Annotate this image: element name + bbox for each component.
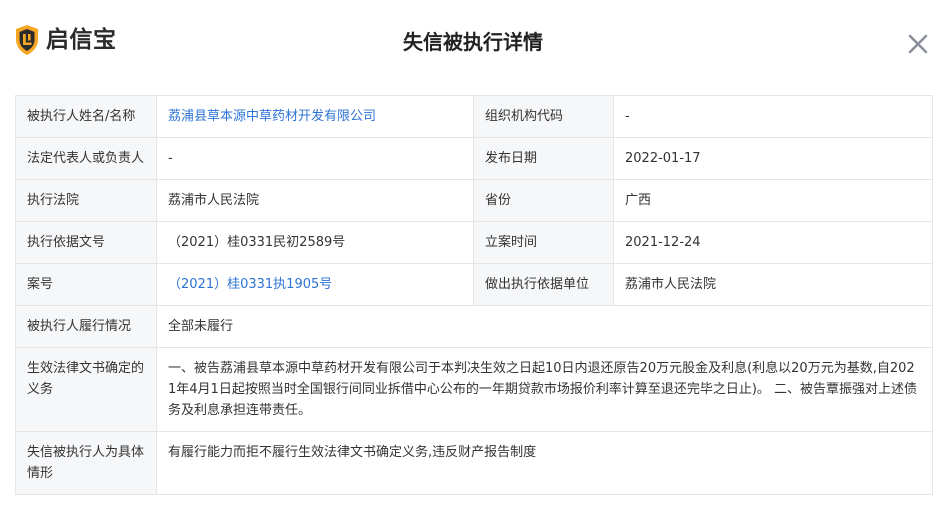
situation-value: 有履行能力而拒不履行生效法律文书确定义务,违反财产报告制度 xyxy=(156,431,933,495)
court-label: 执行法院 xyxy=(15,179,157,222)
table-row: 被执行人姓名/名称 荔浦县草本源中草药材开发有限公司 组织机构代码 - xyxy=(15,95,933,138)
case-no-value-cell: （2021）桂0331执1905号 xyxy=(156,263,474,306)
header: 启信宝 失信被执行详情 xyxy=(0,0,946,84)
name-value-cell: 荔浦县草本源中草药材开发有限公司 xyxy=(156,95,474,138)
table-row: 被执行人履行情况 全部未履行 xyxy=(15,305,933,348)
legal-rep-value: - xyxy=(156,137,474,180)
case-no-label: 案号 xyxy=(15,263,157,306)
basis-unit-label: 做出执行依据单位 xyxy=(473,263,614,306)
table-row: 失信被执行人为具体情形 有履行能力而拒不履行生效法律文书确定义务,违反财产报告制… xyxy=(15,431,933,495)
org-code-label: 组织机构代码 xyxy=(473,95,614,138)
page-title: 失信被执行详情 xyxy=(403,30,543,54)
obligation-label: 生效法律文书确定的义务 xyxy=(15,347,157,432)
table-row: 生效法律文书确定的义务 一、被告荔浦县草本源中草药材开发有限公司于本判决生效之日… xyxy=(15,347,933,432)
basis-doc-label: 执行依据文号 xyxy=(15,221,157,264)
situation-label: 失信被执行人为具体情形 xyxy=(15,431,157,495)
basis-unit-value: 荔浦市人民法院 xyxy=(613,263,933,306)
filing-date-value: 2021-12-24 xyxy=(613,221,933,264)
close-icon xyxy=(908,34,928,54)
detail-table: 被执行人姓名/名称 荔浦县草本源中草药材开发有限公司 组织机构代码 - 法定代表… xyxy=(15,95,933,495)
province-value: 广西 xyxy=(613,179,933,222)
case-number-link[interactable]: （2021）桂0331执1905号 xyxy=(168,277,332,292)
publish-date-value: 2022-01-17 xyxy=(613,137,933,180)
table-row: 案号 （2021）桂0331执1905号 做出执行依据单位 荔浦市人民法院 xyxy=(15,263,933,306)
table-row: 执行法院 荔浦市人民法院 省份 广西 xyxy=(15,179,933,222)
org-code-value: - xyxy=(613,95,933,138)
table-row: 执行依据文号 （2021）桂0331民初2589号 立案时间 2021-12-2… xyxy=(15,221,933,264)
legal-rep-label: 法定代表人或负责人 xyxy=(15,137,157,180)
province-label: 省份 xyxy=(473,179,614,222)
filing-date-label: 立案时间 xyxy=(473,221,614,264)
obligation-value: 一、被告荔浦县草本源中草药材开发有限公司于本判决生效之日起10日内退还原告20万… xyxy=(156,347,933,432)
performance-value: 全部未履行 xyxy=(156,305,933,348)
basis-doc-value: （2021）桂0331民初2589号 xyxy=(156,221,474,264)
table-row: 法定代表人或负责人 - 发布日期 2022-01-17 xyxy=(15,137,933,180)
close-button[interactable] xyxy=(905,31,931,57)
company-name-link[interactable]: 荔浦县草本源中草药材开发有限公司 xyxy=(168,109,376,124)
court-value: 荔浦市人民法院 xyxy=(156,179,474,222)
publish-date-label: 发布日期 xyxy=(473,137,614,180)
name-label: 被执行人姓名/名称 xyxy=(15,95,157,138)
performance-label: 被执行人履行情况 xyxy=(15,305,157,348)
